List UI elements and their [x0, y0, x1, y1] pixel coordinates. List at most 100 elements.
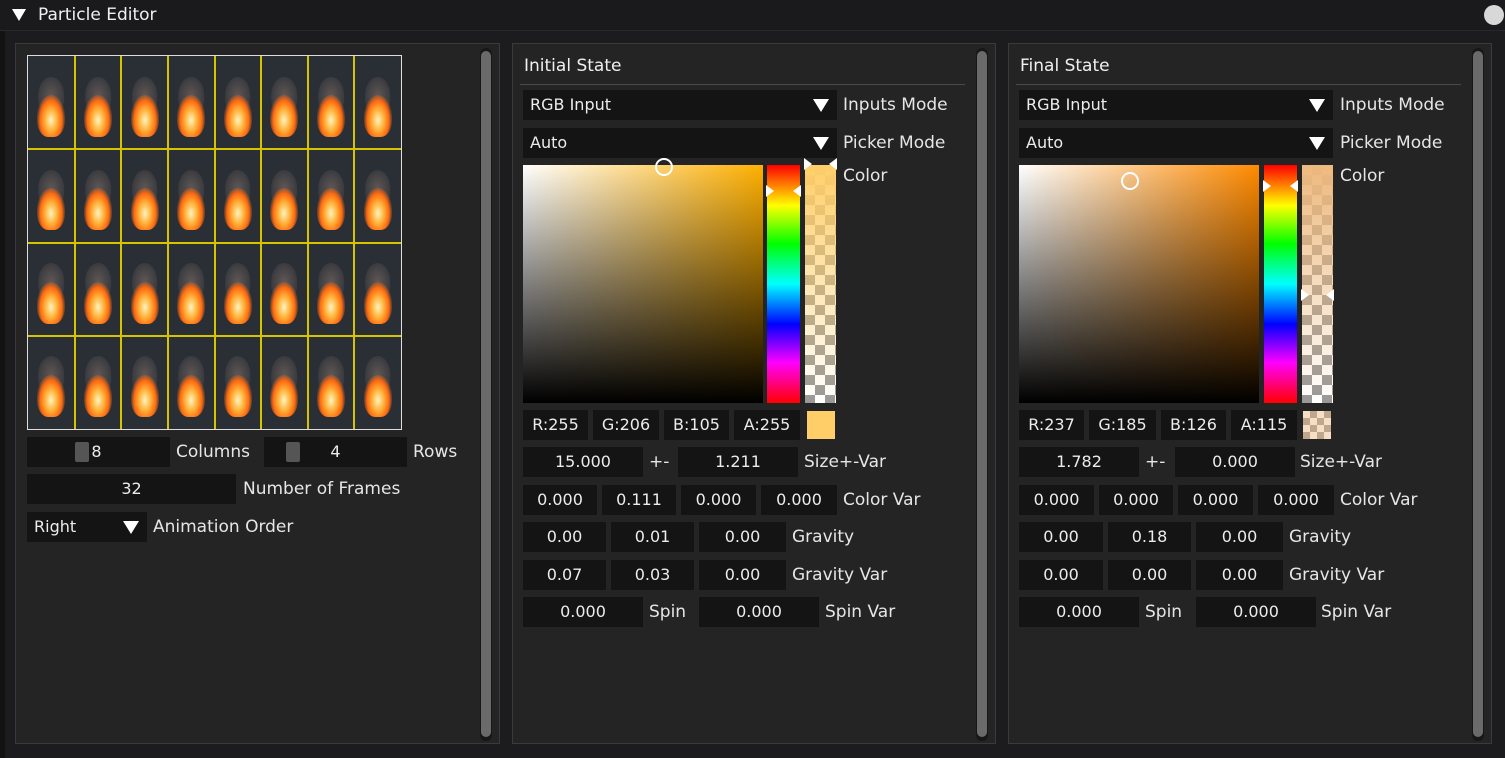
- final-gravity-var-z[interactable]: 0.00: [1196, 560, 1283, 590]
- sprite-frame: [354, 243, 401, 336]
- final-gravity-z[interactable]: 0.00: [1196, 522, 1283, 552]
- initial-b-input[interactable]: B:105: [664, 410, 729, 440]
- initial-spin-var-input[interactable]: 0.000: [699, 597, 819, 627]
- sprite-frame: [215, 149, 262, 242]
- initial-color-label: Color: [843, 166, 888, 186]
- initial-gravity-var-y[interactable]: 0.03: [611, 560, 694, 590]
- final-gravity-var-y[interactable]: 0.00: [1108, 560, 1191, 590]
- initial-gravity-x[interactable]: 0.00: [523, 522, 606, 552]
- initial-gravity-y[interactable]: 0.01: [611, 522, 694, 552]
- hue-marker-right[interactable]: [793, 185, 801, 197]
- initial-color-var-1[interactable]: 0.000: [523, 485, 597, 515]
- flame-shape: [223, 188, 252, 231]
- hue-marker-right[interactable]: [1290, 180, 1298, 192]
- final-gravity-label: Gravity: [1289, 527, 1352, 547]
- dropdown-arrow-icon: [813, 99, 829, 112]
- frames-input[interactable]: 32: [27, 474, 236, 504]
- initial-picker-mode-select[interactable]: Auto: [523, 128, 837, 158]
- initial-size-input[interactable]: 15.000: [523, 447, 643, 477]
- initial-gravity-var-label: Gravity Var: [792, 565, 888, 585]
- sprite-frame: [121, 56, 168, 149]
- flame-shape: [83, 188, 112, 231]
- scrollbar-thumb[interactable]: [481, 51, 491, 737]
- columns-input[interactable]: 8: [27, 437, 170, 467]
- flame-shape: [223, 281, 252, 324]
- final-r-input[interactable]: R:237: [1019, 410, 1084, 440]
- alpha-marker-left[interactable]: [804, 158, 812, 170]
- final-size-var-input[interactable]: 0.000: [1175, 447, 1295, 477]
- flame-shape: [177, 95, 206, 138]
- initial-gravity-var-x[interactable]: 0.07: [523, 560, 606, 590]
- final-spin-var-input[interactable]: 0.000: [1196, 597, 1316, 627]
- final-separator: [1016, 84, 1461, 85]
- collapse-arrow-icon[interactable]: [12, 9, 26, 21]
- final-spin-input[interactable]: 0.000: [1019, 597, 1139, 627]
- initial-color-swatch[interactable]: [807, 411, 835, 439]
- final-color-var-2[interactable]: 0.000: [1099, 485, 1173, 515]
- final-picker-cursor[interactable]: [1121, 172, 1139, 190]
- final-size-input[interactable]: 1.782: [1019, 447, 1139, 477]
- initial-spin-input[interactable]: 0.000: [523, 597, 643, 627]
- flame-shape: [363, 374, 392, 417]
- initial-inputs-mode-label: Inputs Mode: [843, 95, 948, 115]
- final-gravity-y[interactable]: 0.18: [1108, 522, 1191, 552]
- initial-saturation-value-picker[interactable]: [523, 165, 763, 403]
- final-saturation-value-picker[interactable]: [1019, 165, 1259, 403]
- final-picker-mode-select[interactable]: Auto: [1019, 128, 1333, 158]
- initial-spin-label: Spin: [649, 602, 687, 622]
- initial-g-input[interactable]: G:206: [593, 410, 659, 440]
- flame-shape: [83, 374, 112, 417]
- sprite-scrollbar[interactable]: [480, 48, 492, 741]
- sprite-frame: [75, 56, 122, 149]
- final-inputs-mode-select[interactable]: RGB Input: [1019, 90, 1333, 120]
- rows-input[interactable]: 4: [264, 437, 407, 467]
- final-g-input[interactable]: G:185: [1089, 410, 1156, 440]
- final-b-input[interactable]: B:126: [1161, 410, 1226, 440]
- initial-a-input[interactable]: A:255: [734, 410, 800, 440]
- initial-color-var-4[interactable]: 0.000: [761, 485, 837, 515]
- inputs-mode-value: RGB Input: [530, 95, 612, 114]
- sprite-frame: [261, 243, 308, 336]
- initial-gravity-var-z[interactable]: 0.00: [699, 560, 786, 590]
- scrollbar-thumb[interactable]: [977, 51, 987, 737]
- hue-marker-left[interactable]: [1263, 180, 1271, 192]
- initial-r-input[interactable]: R:255: [523, 410, 588, 440]
- window-titlebar[interactable]: Particle Editor: [0, 0, 1505, 31]
- flame-shape: [317, 281, 346, 324]
- alpha-marker-right[interactable]: [829, 158, 837, 170]
- final-color-var-3[interactable]: 0.000: [1178, 485, 1253, 515]
- final-gravity-var-label: Gravity Var: [1289, 565, 1385, 585]
- sprite-frame: [28, 56, 75, 149]
- initial-hue-bar[interactable]: [767, 165, 800, 403]
- initial-scrollbar[interactable]: [976, 48, 988, 741]
- final-color-var-1[interactable]: 0.000: [1019, 485, 1094, 515]
- close-icon[interactable]: [1484, 5, 1504, 25]
- final-a-input[interactable]: A:115: [1231, 410, 1297, 440]
- final-color-var-4[interactable]: 0.000: [1258, 485, 1334, 515]
- final-gravity-var-x[interactable]: 0.00: [1019, 560, 1103, 590]
- alpha-marker-left[interactable]: [1301, 289, 1309, 301]
- initial-color-var-3[interactable]: 0.000: [681, 485, 756, 515]
- initial-inputs-mode-select[interactable]: RGB Input: [523, 90, 837, 120]
- final-scrollbar[interactable]: [1472, 48, 1484, 741]
- final-alpha-bar[interactable]: [1302, 165, 1333, 403]
- flame-shape: [270, 281, 299, 324]
- final-color-swatch[interactable]: [1303, 411, 1331, 439]
- final-hue-bar[interactable]: [1264, 165, 1297, 403]
- final-gravity-x[interactable]: 0.00: [1019, 522, 1103, 552]
- sprite-frame: [121, 149, 168, 242]
- animation-order-select[interactable]: Right: [27, 512, 147, 542]
- initial-gravity-z[interactable]: 0.00: [699, 522, 786, 552]
- initial-size-var-input[interactable]: 1.211: [678, 447, 798, 477]
- alpha-marker-right[interactable]: [1326, 289, 1334, 301]
- initial-color-var-2[interactable]: 0.111: [602, 485, 676, 515]
- slider-handle[interactable]: [286, 442, 300, 462]
- sprite-frame: [261, 336, 308, 429]
- scrollbar-thumb[interactable]: [1473, 51, 1483, 737]
- flame-shape: [270, 95, 299, 138]
- initial-picker-cursor[interactable]: [655, 158, 673, 176]
- plus-minus-label: +-: [649, 452, 670, 472]
- hue-marker-left[interactable]: [766, 185, 774, 197]
- slider-handle[interactable]: [75, 442, 89, 462]
- initial-alpha-bar[interactable]: [805, 165, 836, 403]
